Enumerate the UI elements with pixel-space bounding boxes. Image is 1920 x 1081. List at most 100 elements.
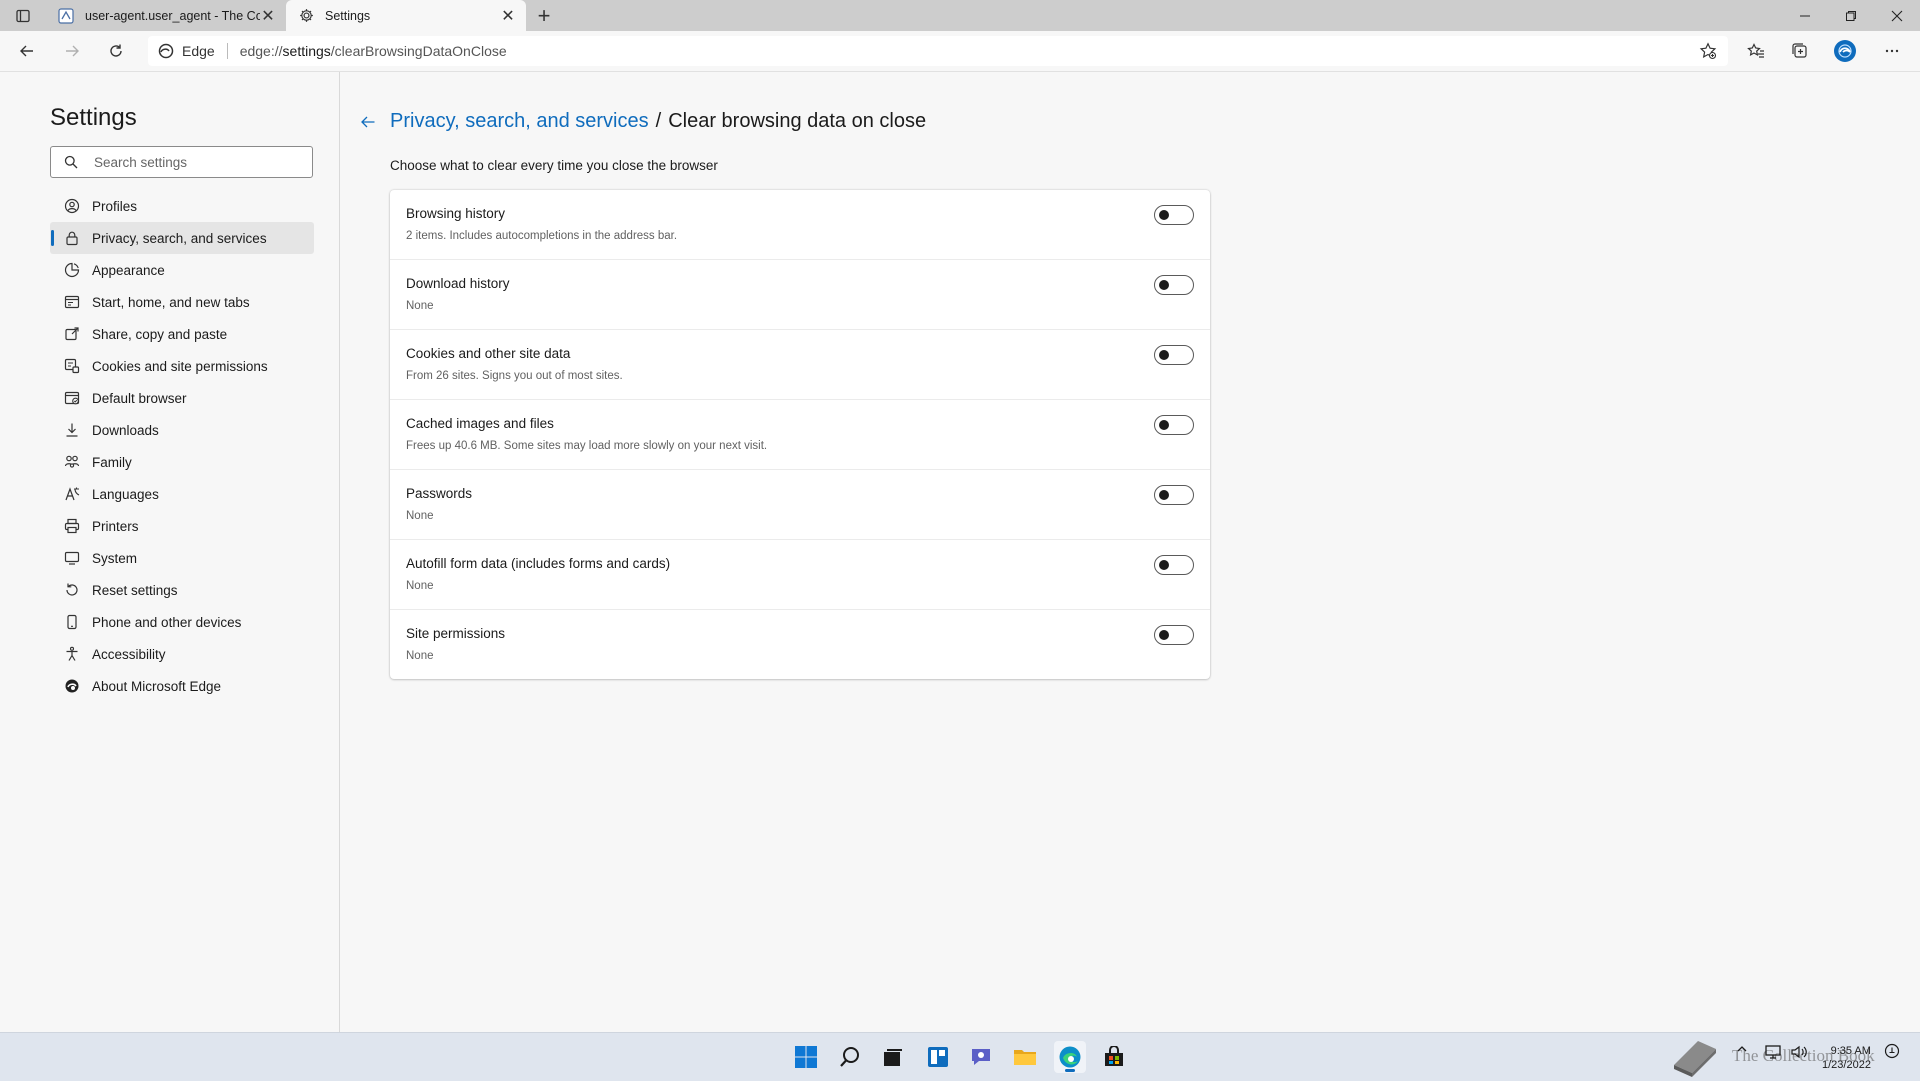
volume-button[interactable] [1790,1043,1808,1061]
close-tab-icon[interactable]: ✕ [500,8,516,25]
file-explorer-button[interactable] [1009,1041,1041,1073]
sidebar-item-label: Reset settings [92,582,178,598]
tab-settings[interactable]: Settings ✕ [286,0,526,31]
taskbar: The Collection Book 9:35 AM 1/23/2022 [0,1032,1920,1081]
option-row-site-permissions: Site permissions None [390,610,1210,679]
clock-time: 9:35 AM [1830,1045,1871,1057]
breadcrumb-separator: / [655,110,662,132]
favorites-icon [1747,43,1764,58]
sidebar-item-label: Cookies and site permissions [92,358,268,374]
folder-icon [1014,1050,1036,1065]
sidebar-item-label: Share, copy and paste [92,326,228,342]
forward-button[interactable] [56,37,88,65]
refresh-button[interactable] [100,37,132,65]
favorites-button[interactable] [1740,37,1772,65]
sidebar-item-privacy[interactable]: Privacy, search, and services [50,222,314,254]
sidebar-item-reset[interactable]: Reset settings [50,574,314,606]
languages-icon [64,486,80,502]
new-tab-button[interactable]: + [531,3,557,28]
edge-taskbar-button[interactable] [1054,1041,1086,1073]
sidebar-item-profiles[interactable]: Profiles [50,190,314,222]
sidebar-item-family[interactable]: Family [50,446,314,478]
sidebar-item-about[interactable]: About Microsoft Edge [50,670,314,702]
tab-user-agent[interactable]: user-agent.user_agent - The Coll ✕ [46,0,286,31]
close-window-button[interactable] [1874,0,1920,31]
sidebar-item-accessibility[interactable]: Accessibility [50,638,314,670]
store-button[interactable] [1098,1041,1130,1073]
sidebar-item-label: System [92,550,138,566]
option-row-browsing-history: Browsing history 2 items. Includes autoc… [390,190,1210,260]
sidebar-item-label: Printers [92,518,139,534]
plus-icon: + [537,3,551,28]
cached-images-toggle[interactable] [1154,415,1194,435]
clock[interactable]: 9:35 AM 1/23/2022 [1822,1044,1871,1072]
tab-actions-icon [16,9,30,23]
option-title: Cached images and files [406,416,554,431]
toggle-knob [1159,280,1169,290]
sidebar-item-appearance[interactable]: Appearance [50,254,314,286]
sidebar-item-label: Accessibility [92,646,166,662]
sidebar-item-languages[interactable]: Languages [50,478,314,510]
store-icon [1105,1046,1123,1066]
close-tab-icon[interactable]: ✕ [260,8,276,25]
tab-title: Settings [325,8,371,23]
collections-button[interactable] [1784,37,1816,65]
autofill-toggle[interactable] [1154,555,1194,575]
home-tabs-icon [64,294,80,310]
search-taskbar-button[interactable] [834,1041,866,1073]
search-icon [840,1047,859,1067]
toggle-knob [1159,630,1169,640]
page-favicon-icon [58,7,74,24]
url-text[interactable]: edge://settings/clearBrowsingDataOnClose [240,43,507,59]
widgets-button[interactable] [922,1041,954,1073]
star-add-icon [1699,42,1717,60]
option-subtitle: None [406,650,434,662]
network-button[interactable] [1764,1043,1782,1061]
sidebar-item-share[interactable]: Share, copy and paste [50,318,314,350]
restore-button[interactable] [1828,0,1874,31]
settings-content: Privacy, search, and services / Clear br… [340,72,1920,1032]
sidebar-item-default-browser[interactable]: Default browser [50,382,314,414]
cookies-toggle[interactable] [1154,345,1194,365]
back-arrow-button[interactable] [358,112,378,132]
sidebar-item-start-home[interactable]: Start, home, and new tabs [50,286,314,318]
restore-icon [1846,10,1856,21]
site-info[interactable]: Edge [148,43,215,59]
add-favorite-button[interactable] [1692,37,1724,65]
search-settings-input[interactable] [92,153,296,171]
more-horizontal-icon [1885,49,1899,53]
arrow-left-icon [20,45,33,57]
site-permissions-toggle[interactable] [1154,625,1194,645]
breadcrumb-parent-link[interactable]: Privacy, search, and services [390,110,649,133]
profile-icon [64,198,80,214]
show-hidden-icons-button[interactable] [1736,1043,1748,1055]
browsing-history-toggle[interactable] [1154,205,1194,225]
search-box[interactable] [50,146,313,178]
sidebar-item-phone[interactable]: Phone and other devices [50,606,314,638]
passwords-toggle[interactable] [1154,485,1194,505]
gear-icon [298,8,314,24]
toggle-knob [1159,210,1169,220]
avatar-icon [1834,40,1856,62]
minimize-button[interactable] [1782,0,1828,31]
sidebar-item-printers[interactable]: Printers [50,510,314,542]
back-button[interactable] [11,37,43,65]
refresh-icon [110,44,122,57]
chat-button[interactable] [965,1041,997,1073]
tab-title: user-agent.user_agent - The Coll [85,8,260,23]
phone-icon [64,614,80,630]
start-button[interactable] [790,1041,822,1073]
task-view-button[interactable] [877,1041,909,1073]
profile-button[interactable] [1829,37,1861,65]
more-menu-button[interactable] [1876,37,1908,65]
sidebar-item-cookies[interactable]: Cookies and site permissions [50,350,314,382]
tab-actions-button[interactable] [10,5,36,27]
notifications-button[interactable] [1884,1043,1900,1059]
sidebar-item-downloads[interactable]: Downloads [50,414,314,446]
download-history-toggle[interactable] [1154,275,1194,295]
sidebar-item-system[interactable]: System [50,542,314,574]
lock-icon [64,230,80,246]
address-bar[interactable]: Edge edge://settings/clearBrowsingDataOn… [148,36,1728,66]
option-row-passwords: Passwords None [390,470,1210,540]
edge-browser-icon [1059,1046,1081,1068]
